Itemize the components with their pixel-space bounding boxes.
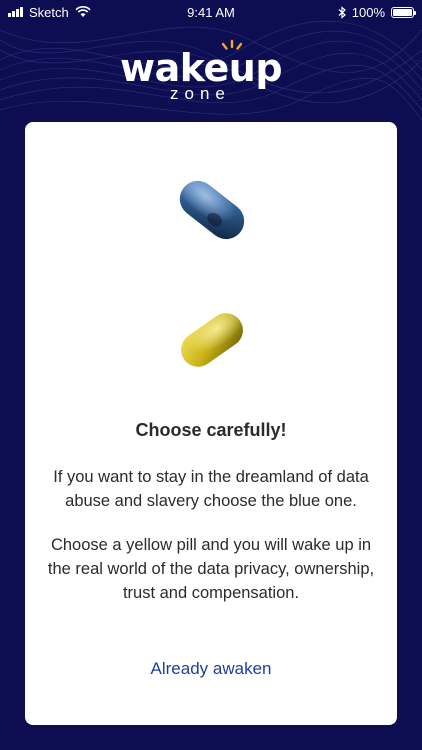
app-logo: wakeup zone [120,39,283,103]
yellow-pill-description: Choose a yellow pill and you will wake u… [47,536,375,602]
battery-icon [391,6,416,18]
wifi-icon [75,6,91,17]
status-bar: Sketch 9:41 AM 100% [0,0,422,24]
choice-card: Choose carefully! If you want to stay in… [25,122,397,725]
signal-icon [8,7,23,17]
battery-label: 100% [351,4,385,20]
already-awaken-link[interactable]: Already awaken [25,659,397,679]
logo-subtitle: zone [170,84,231,103]
yellow-pill-icon[interactable] [170,298,254,382]
carrier-label: Sketch [29,4,69,20]
blue-pill-description: If you want to stay in the dreamland of … [53,468,369,510]
card-title: Choose carefully! [135,420,287,440]
bluetooth-icon [338,5,346,19]
blue-pill-icon[interactable] [170,168,254,252]
